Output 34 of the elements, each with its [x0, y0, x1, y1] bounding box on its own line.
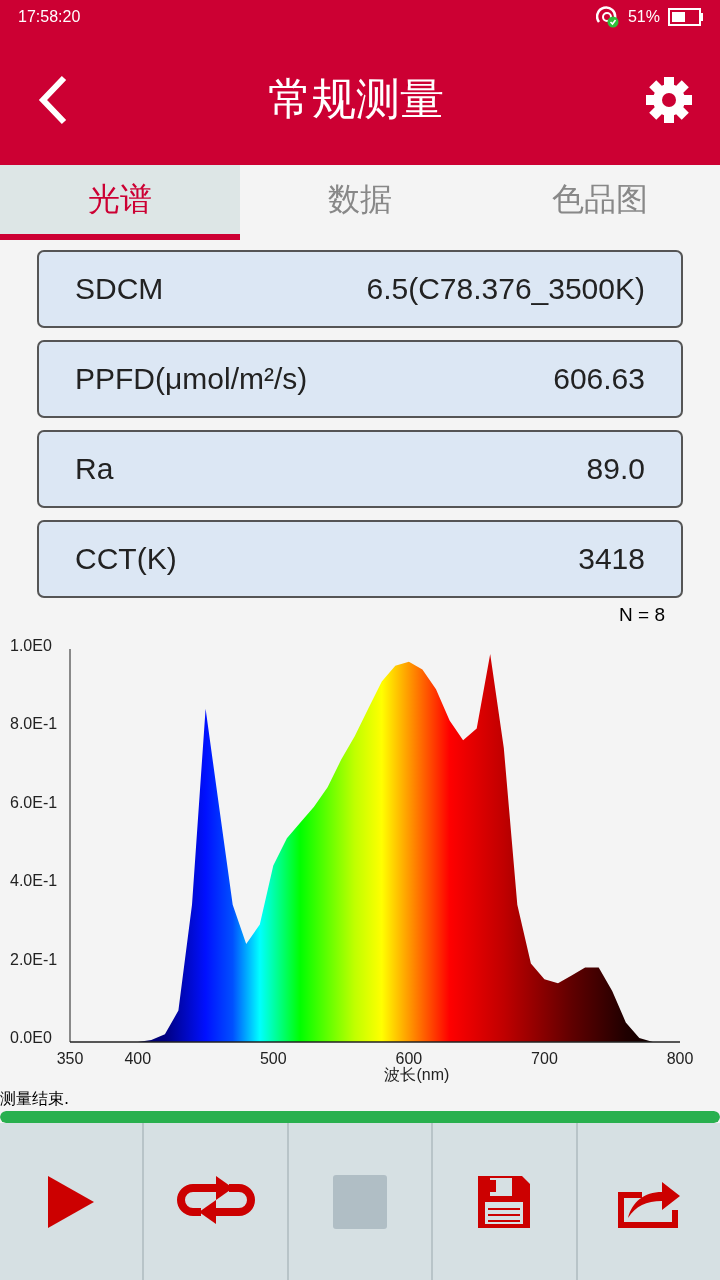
x-axis-title: 波长(nm): [384, 1066, 450, 1083]
battery-icon: [668, 8, 704, 26]
metric-label: CCT(K): [75, 542, 177, 576]
x-tick-label: 500: [260, 1050, 287, 1067]
tab[interactable]: 数据: [240, 165, 480, 240]
metric-label: PPFD(μmol/m²/s): [75, 362, 308, 396]
x-tick-label: 350: [56, 1050, 84, 1067]
stop-icon: [332, 1173, 388, 1230]
tab[interactable]: 色品图: [480, 165, 720, 240]
metric-label: Ra: [75, 452, 114, 486]
y-tick-label: 8.0E-1: [10, 715, 58, 733]
status-time: 17:58:20: [18, 8, 81, 26]
sample-count: N = 8: [619, 604, 665, 627]
back-icon[interactable]: [38, 73, 68, 126]
metric-value: 606.63: [553, 362, 645, 396]
y-tick-label: 6.0E-1: [10, 793, 58, 811]
settings-icon[interactable]: [644, 74, 694, 125]
sync-icon: [595, 6, 620, 28]
x-tick-label: 800: [666, 1050, 694, 1067]
x-tick-label: 400: [124, 1050, 152, 1067]
tab[interactable]: 光谱: [0, 165, 240, 240]
y-tick-label: 0.0E0: [10, 1029, 52, 1046]
x-tick-label: 600: [395, 1050, 423, 1067]
metric-value: 6.5(C78.376_3500K): [366, 272, 645, 306]
y-tick-label: 1.0E0: [10, 637, 52, 654]
y-tick-label: 4.0E-1: [10, 872, 58, 890]
metric-label: SDCM: [75, 272, 164, 306]
battery-level: 51%: [627, 8, 660, 26]
metric-value: 89.0: [586, 452, 645, 486]
y-tick-label: 2.0E-1: [10, 950, 58, 968]
metric-value: 3418: [578, 542, 645, 576]
page-title: 常规测量: [268, 72, 444, 126]
x-tick-label: 700: [531, 1050, 558, 1067]
status-message: 测量结束.: [0, 1089, 70, 1110]
